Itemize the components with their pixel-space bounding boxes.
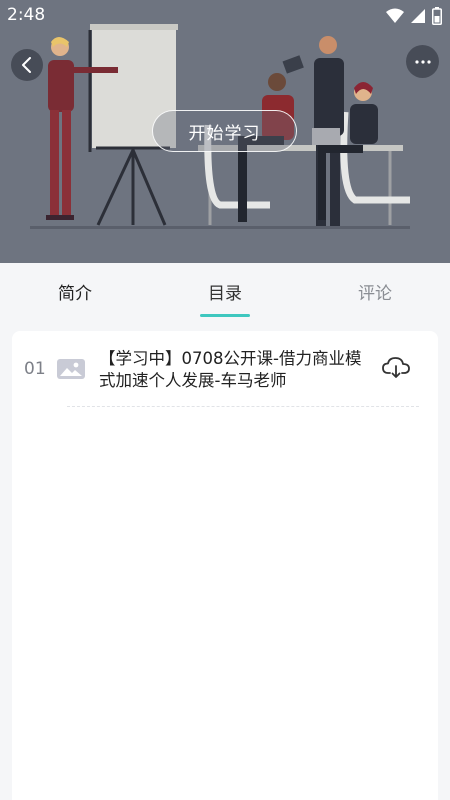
more-dots-icon xyxy=(414,59,431,64)
tab-catalog[interactable]: 目录 xyxy=(150,263,300,319)
course-hero-banner: 2:48 开始学习 xyxy=(0,0,450,263)
status-time: 2:48 xyxy=(7,5,46,25)
signal-icon xyxy=(411,9,425,23)
lesson-item[interactable]: 01 【学习中】0708公开课-借力商业模式加速个人发展-车马老师 xyxy=(12,331,438,407)
lesson-divider xyxy=(67,406,419,407)
catalog-list: 01 【学习中】0708公开课-借力商业模式加速个人发展-车马老师 xyxy=(12,331,438,800)
battery-icon xyxy=(432,7,442,25)
lesson-index: 01 xyxy=(24,359,46,379)
tab-comments[interactable]: 评论 xyxy=(300,263,450,319)
lesson-title: 【学习中】0708公开课-借力商业模式加速个人发展-车马老师 xyxy=(99,349,362,390)
course-page: 2:48 开始学习 简介 目录 评论 01 【学习中】0708公开课-借力商业模… xyxy=(0,0,450,800)
back-button[interactable] xyxy=(11,49,43,81)
more-options-button[interactable] xyxy=(406,45,439,78)
image-placeholder-icon xyxy=(57,359,85,379)
status-bar: 2:48 xyxy=(0,0,450,32)
tab-intro[interactable]: 简介 xyxy=(0,263,150,319)
wifi-icon xyxy=(386,8,404,23)
back-chevron-icon xyxy=(22,57,31,73)
active-tab-indicator xyxy=(200,314,250,317)
cloud-download-icon[interactable] xyxy=(382,356,410,380)
course-tabs: 简介 目录 评论 xyxy=(0,263,450,319)
status-icons xyxy=(386,6,442,26)
start-learning-button[interactable]: 开始学习 xyxy=(152,110,297,152)
